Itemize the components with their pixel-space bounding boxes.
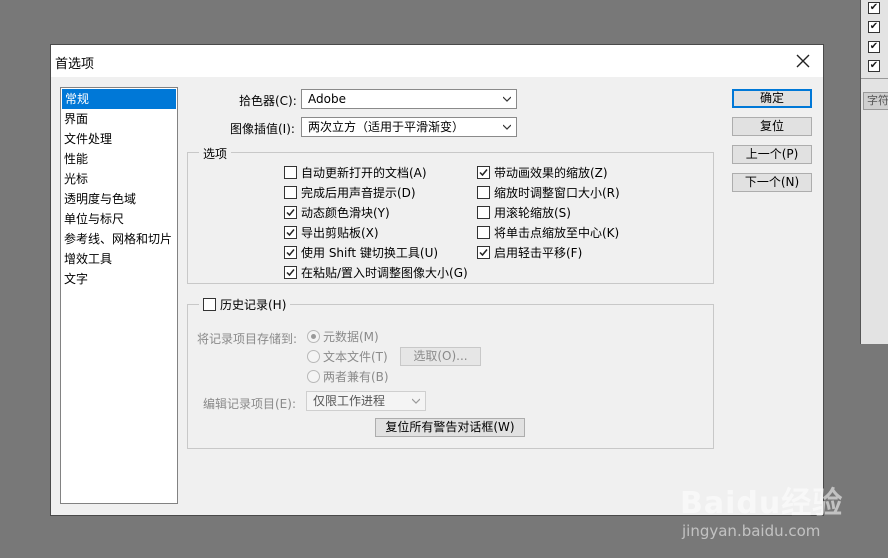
checkmark-icon: [477, 165, 490, 179]
layer-visibility-checkbox[interactable]: ✔: [868, 21, 880, 33]
color-picker-select[interactable]: Adobe: [301, 89, 517, 109]
checkbox-box: [203, 297, 216, 311]
character-panel-tab[interactable]: 字符: [863, 92, 888, 110]
option-label: 带动画效果的缩放(Z): [494, 165, 608, 180]
close-icon[interactable]: [793, 51, 813, 71]
option-checkbox[interactable]: 带动画效果的缩放(Z): [477, 164, 608, 180]
title-bar: 首选项: [51, 45, 823, 77]
checkbox-box: [284, 185, 297, 199]
radio-both-label: 两者兼有(B): [323, 369, 389, 384]
option-checkbox[interactable]: 在粘贴/置入时调整图像大小(G): [284, 264, 468, 280]
checkmark-icon: [284, 205, 297, 219]
chevron-down-icon: [503, 124, 511, 130]
layer-visibility-checkbox[interactable]: ✔: [868, 60, 880, 72]
options-group-title: 选项: [199, 145, 232, 162]
category-item[interactable]: 文字: [61, 269, 177, 289]
option-checkbox[interactable]: 完成后用声音提示(D): [284, 184, 416, 200]
reset-button[interactable]: 复位: [732, 117, 812, 136]
option-checkbox[interactable]: 将单击点缩放至中心(K): [477, 224, 619, 240]
option-label: 使用 Shift 键切换工具(U): [301, 245, 439, 260]
color-picker-value: Adobe: [308, 92, 346, 106]
option-label: 启用轻击平移(F): [494, 245, 583, 260]
checkmark-icon: [284, 245, 297, 259]
option-checkbox[interactable]: 用滚轮缩放(S): [477, 204, 571, 220]
interpolation-select[interactable]: 两次立方（适用于平滑渐变）: [301, 117, 517, 137]
ok-button[interactable]: 确定: [732, 89, 812, 108]
watermark-url: jingyan.baidu.com: [682, 522, 821, 540]
option-label: 完成后用声音提示(D): [301, 185, 416, 200]
category-list[interactable]: 常规 界面 文件处理 性能 光标 透明度与色域 单位与标尺 参考线、网格和切片 增效工具 文字: [60, 87, 178, 504]
dialog-title: 首选项: [55, 57, 95, 72]
prev-button[interactable]: 上一个(P): [732, 145, 812, 164]
option-label: 将单击点缩放至中心(K): [494, 225, 620, 240]
edit-log-label: 编辑记录项目(E):: [203, 397, 296, 411]
radio-button: [307, 349, 320, 363]
watermark-logo: Baidu经验: [680, 486, 844, 521]
category-item[interactable]: 界面: [61, 109, 177, 129]
checkbox-box: [284, 165, 297, 179]
checkbox-box: [477, 185, 490, 199]
option-checkbox[interactable]: 导出剪贴板(X): [284, 224, 379, 240]
radio-both[interactable]: 两者兼有(B): [307, 368, 389, 384]
next-button[interactable]: 下一个(N): [732, 173, 812, 192]
layer-visibility-checkbox[interactable]: ✔: [868, 2, 880, 14]
preferences-dialog: 首选项 常规 界面 文件处理 性能 光标 透明度与色域 单位与标尺 参考线、网格和切片 增效工具…: [50, 44, 824, 516]
dialog-body: 常规 界面 文件处理 性能 光标 透明度与色域 单位与标尺 参考线、网格和切片 增效工具 文字 拾…: [51, 77, 823, 515]
option-checkbox[interactable]: 缩放时调整窗口大小(R): [477, 184, 620, 200]
radio-button: [307, 329, 320, 343]
checkbox-box: [477, 205, 490, 219]
save-to-label: 将记录项目存储到:: [197, 332, 298, 346]
option-checkbox[interactable]: 启用轻击平移(F): [477, 244, 582, 260]
panel-divider: [861, 78, 888, 79]
option-label: 在粘贴/置入时调整图像大小(G): [301, 265, 468, 280]
checkmark-icon: [284, 265, 297, 279]
option-checkbox[interactable]: 自动更新打开的文档(A): [284, 164, 427, 180]
radio-textfile[interactable]: 文本文件(T): [307, 348, 388, 364]
category-item[interactable]: 光标: [61, 169, 177, 189]
chevron-down-icon: [412, 398, 420, 404]
radio-metadata[interactable]: 元数据(M): [307, 328, 379, 344]
option-label: 动态颜色滑块(Y): [301, 205, 390, 220]
radio-button: [307, 369, 320, 383]
option-checkbox[interactable]: 使用 Shift 键切换工具(U): [284, 244, 438, 260]
interpolation-label: 图像插值(I):: [230, 122, 295, 136]
option-label: 自动更新打开的文档(A): [301, 165, 427, 180]
chevron-down-icon: [503, 96, 511, 102]
layer-visibility-checkbox[interactable]: ✔: [868, 41, 880, 53]
category-item[interactable]: 性能: [61, 149, 177, 169]
reset-warnings-button[interactable]: 复位所有警告对话框(W): [375, 418, 525, 437]
color-picker-label: 拾色器(C):: [239, 94, 297, 108]
option-label: 导出剪贴板(X): [301, 225, 379, 240]
category-item[interactable]: 常规: [62, 89, 176, 109]
radio-textfile-label: 文本文件(T): [323, 349, 388, 364]
category-item[interactable]: 增效工具: [61, 249, 177, 269]
checkbox-box: [477, 225, 490, 239]
category-item[interactable]: 参考线、网格和切片: [61, 229, 177, 249]
edit-log-select[interactable]: 仅限工作进程: [306, 391, 426, 411]
category-item[interactable]: 文件处理: [61, 129, 177, 149]
history-label: 历史记录(H): [220, 297, 287, 312]
choose-button[interactable]: 选取(O)...: [400, 347, 481, 366]
history-checkbox[interactable]: 历史记录(H): [199, 296, 291, 312]
category-item[interactable]: 单位与标尺: [61, 209, 177, 229]
baidu-watermark: Baidu经验 jingyan.baidu.com: [672, 478, 852, 548]
side-panel: ✔ ✔ ✔ ✔ 字符: [860, 0, 888, 344]
category-item[interactable]: 透明度与色域: [61, 189, 177, 209]
option-label: 缩放时调整窗口大小(R): [494, 185, 620, 200]
option-checkbox[interactable]: 动态颜色滑块(Y): [284, 204, 390, 220]
interpolation-value: 两次立方（适用于平滑渐变）: [308, 120, 465, 134]
checkmark-icon: [477, 245, 490, 259]
radio-metadata-label: 元数据(M): [323, 329, 379, 344]
edit-log-value: 仅限工作进程: [313, 394, 386, 408]
checkmark-icon: [284, 225, 297, 239]
option-label: 用滚轮缩放(S): [494, 205, 571, 220]
